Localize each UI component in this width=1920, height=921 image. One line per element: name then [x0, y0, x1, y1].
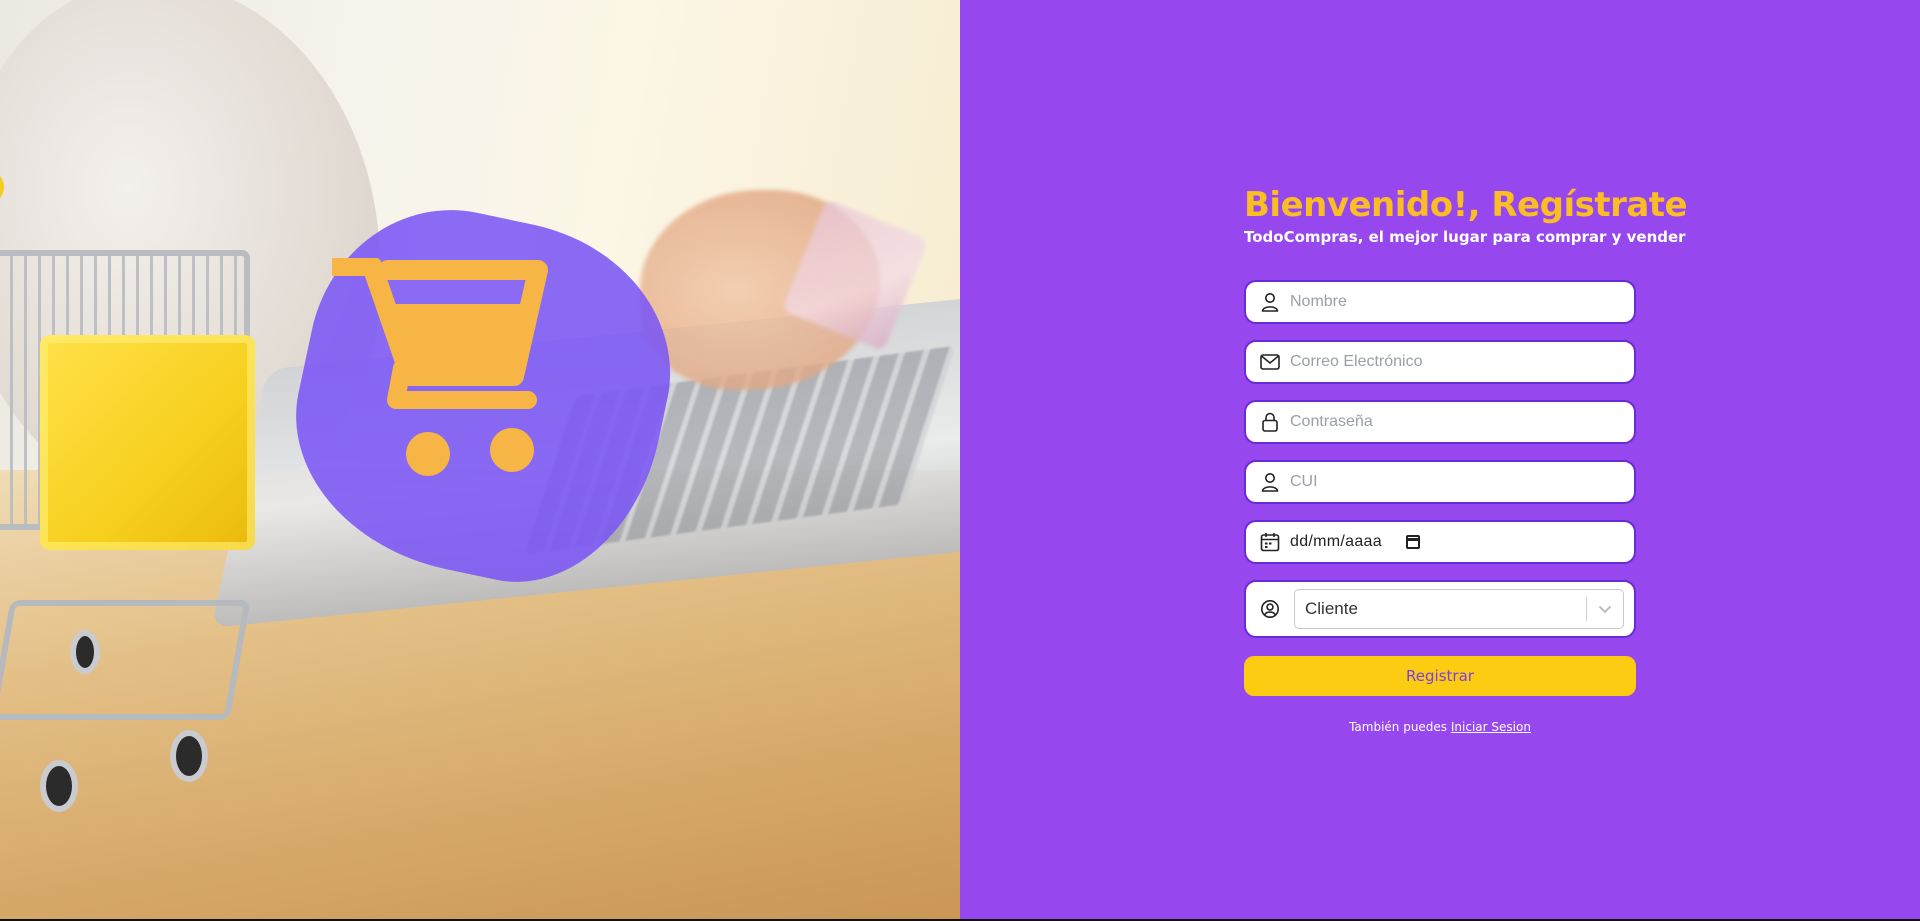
- chevron-down-icon[interactable]: [1587, 605, 1623, 614]
- login-hint-text: También puedes: [1349, 720, 1448, 734]
- register-panel: Bienvenido!, Regístrate TodoCompras, el …: [960, 0, 1920, 919]
- cart-handle: [0, 170, 4, 204]
- role-select-indicator[interactable]: [1586, 590, 1623, 628]
- cui-input[interactable]: [1290, 473, 1620, 491]
- email-field[interactable]: [1244, 340, 1636, 384]
- email-input[interactable]: [1290, 353, 1620, 371]
- login-hint: También puedes Iniciar Sesion: [1244, 720, 1636, 734]
- date-picker-icon[interactable]: [1405, 535, 1420, 549]
- page-title: Bienvenido!, Regístrate: [1244, 185, 1688, 225]
- lock-icon: [1258, 410, 1282, 434]
- cui-field[interactable]: [1244, 460, 1636, 504]
- birthdate-input[interactable]: dd/mm/aaaa: [1290, 533, 1382, 551]
- hero-mini-cart: [0, 170, 300, 830]
- cart-wheel: [170, 730, 208, 782]
- user-icon: [1258, 290, 1282, 314]
- role-select-value: Cliente: [1305, 599, 1358, 618]
- role-field: Cliente: [1244, 580, 1636, 638]
- brand-logo: [269, 184, 697, 607]
- name-field[interactable]: [1244, 280, 1636, 324]
- page-subtitle: TodoCompras, el mejor lugar para comprar…: [1244, 228, 1686, 246]
- name-input[interactable]: [1290, 293, 1620, 311]
- role-select[interactable]: Cliente: [1294, 589, 1624, 629]
- hero-image: [0, 0, 960, 919]
- mail-icon: [1258, 350, 1282, 374]
- password-field[interactable]: [1244, 400, 1636, 444]
- birthdate-field[interactable]: dd/mm/aaaa: [1244, 520, 1636, 564]
- cart-wheel: [40, 760, 78, 812]
- shopping-cart-icon: [332, 258, 548, 476]
- cart-base: [0, 600, 251, 720]
- password-input[interactable]: [1290, 413, 1620, 431]
- calendar-icon: [1258, 530, 1282, 554]
- user-icon: [1258, 470, 1282, 494]
- cart-wheel: [70, 630, 100, 674]
- user-circle-icon: [1258, 597, 1282, 621]
- register-form: Bienvenido!, Regístrate TodoCompras, el …: [1244, 182, 1688, 734]
- register-button[interactable]: Registrar: [1244, 656, 1636, 696]
- cart-yellow-panel: [40, 335, 255, 550]
- login-link[interactable]: Iniciar Sesion: [1451, 720, 1531, 734]
